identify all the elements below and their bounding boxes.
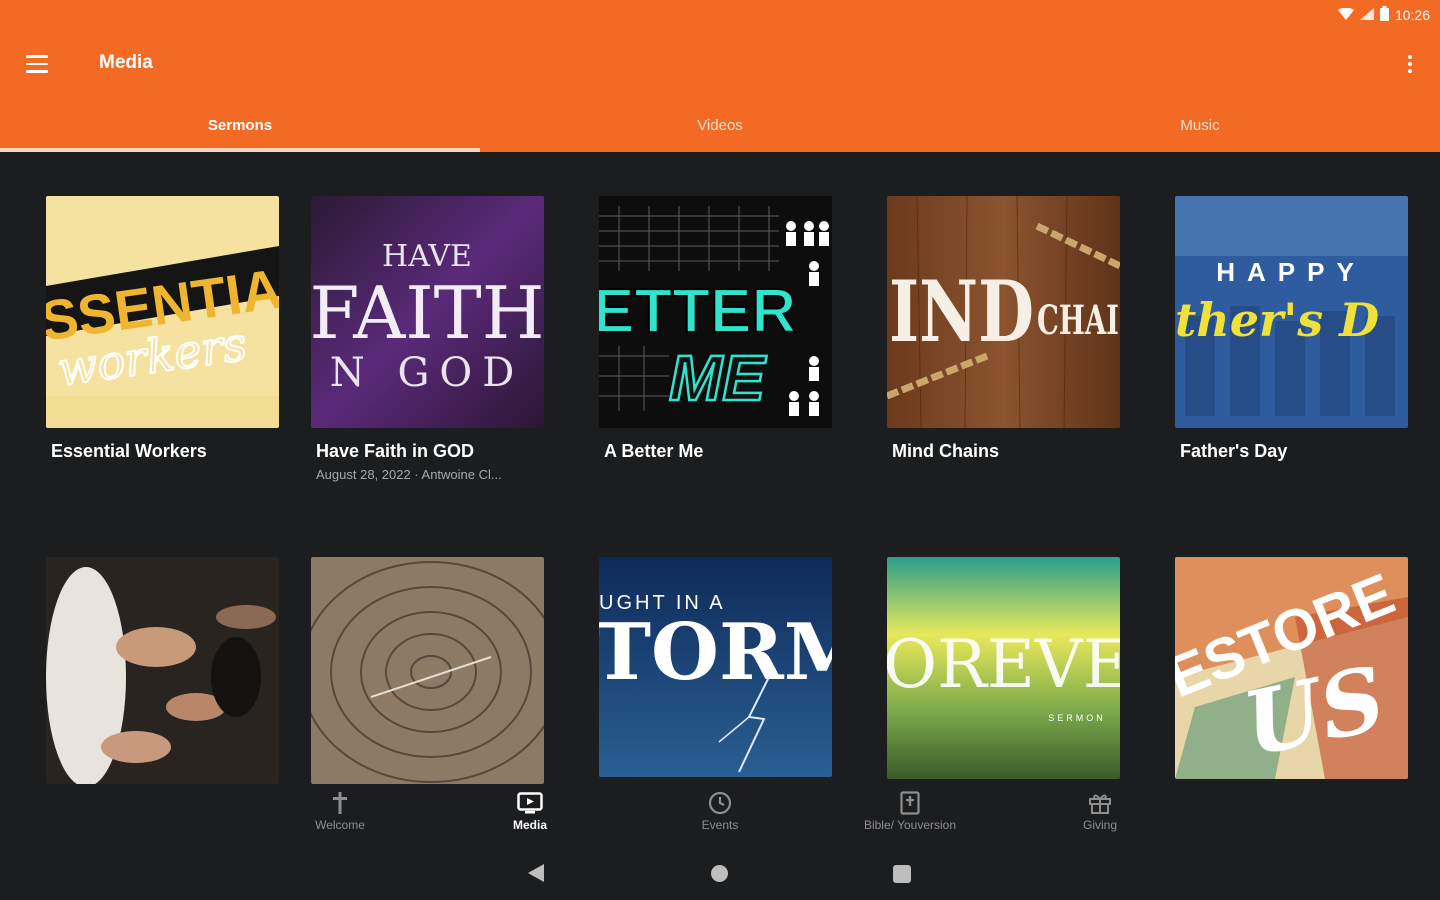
media-card[interactable]: ESTORE US	[1175, 557, 1408, 779]
card-title: A Better Me	[604, 441, 704, 461]
tab-sermons[interactable]: Sermons	[0, 100, 480, 152]
art-text: ther's D	[1175, 293, 1379, 347]
card-subtitle: August 28, 2022 · Antwoine Cl...	[316, 467, 502, 482]
tab-videos[interactable]: Videos	[480, 100, 960, 152]
card-title: Father's Day	[1180, 441, 1288, 461]
clock-icon	[708, 790, 732, 816]
card-title: Have Faith in GOD	[316, 441, 475, 461]
sermon-artwork: ESTORE US	[1175, 557, 1408, 779]
art-text: FAITH	[311, 271, 544, 355]
art-text: TORM	[599, 607, 832, 698]
media-card[interactable]	[311, 557, 544, 784]
card-title: Mind Chains	[892, 441, 999, 461]
media-card[interactable]	[46, 557, 279, 784]
more-options-button[interactable]	[1404, 52, 1416, 76]
nav-events[interactable]: Events	[625, 790, 815, 842]
sermon-artwork: ETTER ME	[599, 196, 832, 428]
hamburger-icon	[26, 55, 48, 58]
art-text: OREVE	[887, 626, 1120, 703]
art-text: HAVE	[382, 239, 472, 274]
media-card[interactable]: HAPPY ther's D Father's Day	[1175, 196, 1408, 462]
nav-giving[interactable]: Giving	[1005, 790, 1195, 842]
sermon-artwork: OREVE SERMON	[887, 557, 1120, 779]
media-card[interactable]: SSENTIA workers Essential Workers	[46, 196, 279, 462]
art-text: CHAI	[1037, 297, 1119, 344]
art-text: IND	[889, 262, 1034, 361]
nav-label: Events	[701, 818, 739, 832]
system-navigation-bar	[0, 850, 1440, 896]
card-title: Essential Workers	[51, 441, 207, 461]
cross-icon	[333, 790, 347, 816]
gift-icon	[1088, 790, 1112, 816]
tv-icon	[517, 790, 543, 816]
signal-icon	[1359, 7, 1374, 23]
battery-icon	[1379, 6, 1389, 24]
nav-label: Giving	[1082, 818, 1117, 832]
media-card[interactable]: OREVE SERMON	[887, 557, 1120, 779]
status-bar: 10:26	[1337, 5, 1430, 25]
status-time: 10:26	[1394, 7, 1430, 23]
home-icon[interactable]	[711, 865, 728, 882]
wifi-icon	[1337, 7, 1354, 23]
art-text: ETTER	[599, 277, 796, 346]
sermon-artwork: SSENTIA workers	[46, 196, 279, 428]
media-card[interactable]: UGHT IN A TORM	[599, 557, 832, 777]
nav-label: Bible/ Youversion	[863, 818, 957, 832]
more-vert-icon	[1408, 55, 1412, 59]
sermon-artwork: UGHT IN A TORM	[599, 557, 832, 777]
tab-music[interactable]: Music	[960, 100, 1440, 152]
sermon-artwork: HAVE FAITH N GOD	[311, 196, 544, 428]
tab-bar: Sermons Videos Music	[0, 100, 1440, 152]
media-card[interactable]: ETTER ME A Better Me	[599, 196, 832, 462]
nav-label: Welcome	[315, 818, 365, 832]
page-title: Media	[99, 52, 153, 73]
nav-welcome[interactable]: Welcome	[245, 790, 435, 842]
art-text: ME	[669, 342, 767, 414]
media-card[interactable]: IND CHAI Mind Chains	[887, 196, 1120, 462]
recent-apps-icon[interactable]	[893, 865, 911, 883]
app-bar: 10:26 Media Sermons Videos Music	[0, 0, 1440, 152]
sermon-artwork	[311, 557, 544, 784]
back-icon[interactable]	[528, 864, 544, 882]
bible-icon	[900, 790, 920, 816]
nav-bible[interactable]: Bible/ Youversion	[815, 790, 1005, 842]
menu-button[interactable]	[26, 50, 56, 78]
sermon-artwork: HAPPY ther's D	[1175, 196, 1408, 428]
sermon-artwork: IND CHAI	[887, 196, 1120, 428]
art-text: SERMON	[1048, 713, 1106, 723]
media-card[interactable]: HAVE FAITH N GOD Have Faith in GOD Augus…	[311, 196, 544, 482]
sermon-artwork	[46, 557, 279, 784]
nav-media[interactable]: Media	[435, 790, 625, 842]
art-text: N GOD	[330, 350, 525, 396]
bottom-navigation: Welcome Media Events Bible/ Youversion G…	[245, 790, 1195, 842]
nav-label: Media	[512, 818, 547, 832]
art-text: HAPPY	[1216, 257, 1366, 287]
